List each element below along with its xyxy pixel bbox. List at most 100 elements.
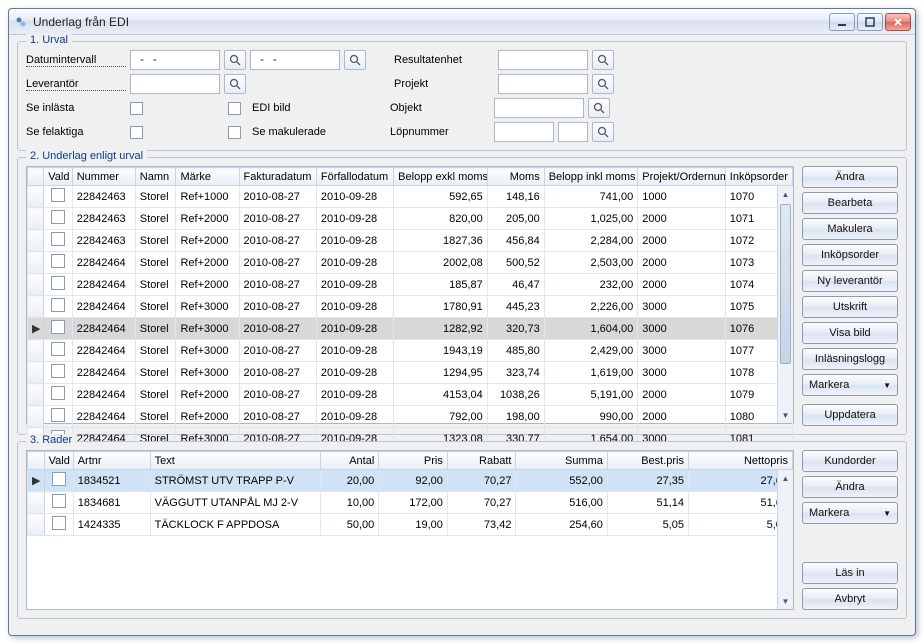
row-checkbox[interactable] <box>51 276 65 290</box>
row-checkbox[interactable] <box>51 298 65 312</box>
window-title: Underlag från EDI <box>33 15 829 29</box>
rader-grid[interactable]: ValdArtnrTextAntalPrisRabattSummaBest.pr… <box>26 450 794 610</box>
inlasningslogg-button[interactable]: Inläsningslogg <box>802 348 898 370</box>
lopnummer-input-2[interactable] <box>558 122 588 142</box>
bearbeta-button[interactable]: Bearbeta <box>802 192 898 214</box>
row-checkbox[interactable] <box>51 364 65 378</box>
rader-col-4[interactable]: Pris <box>379 452 448 470</box>
scroll-up-icon[interactable]: ▲ <box>778 186 793 202</box>
markera-rader-dropdown[interactable]: Markera▼ <box>802 502 898 524</box>
underlag-col-10[interactable]: Inköpsorder <box>725 168 792 186</box>
table-row[interactable]: 22842464StorelRef+20002010-08-272010-09-… <box>28 274 793 296</box>
row-checkbox[interactable] <box>51 188 65 202</box>
rader-col-8[interactable]: Nettopris <box>688 452 792 470</box>
minimize-button[interactable] <box>829 13 855 31</box>
row-checkbox[interactable] <box>51 320 65 334</box>
resultatenhet-input[interactable] <box>498 50 588 70</box>
table-row[interactable]: 1424335TÄCKLOCK F APPDOSA50,0019,0073,42… <box>28 514 793 536</box>
underlag-col-8[interactable]: Belopp inkl moms <box>544 168 638 186</box>
underlag-col-0[interactable]: Vald <box>44 168 72 186</box>
andra-rader-button[interactable]: Ändra <box>802 476 898 498</box>
table-row[interactable]: ▶1834521STRÖMST UTV TRAPP P-V20,0092,007… <box>28 470 793 492</box>
table-row[interactable]: 22842463StorelRef+20002010-08-272010-09-… <box>28 208 793 230</box>
table-row[interactable]: 22842464StorelRef+30002010-08-272010-09-… <box>28 362 793 384</box>
scroll-thumb[interactable] <box>780 204 791 364</box>
rader-col-2[interactable]: Text <box>150 452 320 470</box>
underlag-grid[interactable]: ValdNummerNamnMärkeFakturadatumFörfallod… <box>26 166 794 424</box>
scroll-down-icon[interactable]: ▼ <box>778 593 793 609</box>
projekt-lookup[interactable] <box>592 74 614 94</box>
las-in-button[interactable]: Läs in <box>802 562 898 584</box>
row-checkbox[interactable] <box>51 254 65 268</box>
table-row[interactable]: 1834681VÄGGUTT UTANPÅL MJ 2-V10,00172,00… <box>28 492 793 514</box>
projekt-input[interactable] <box>498 74 588 94</box>
underlag-col-4[interactable]: Fakturadatum <box>239 168 316 186</box>
table-row[interactable]: ▶22842464StorelRef+30002010-08-272010-09… <box>28 318 793 340</box>
checkbox-edi-bild[interactable] <box>228 102 241 115</box>
resultatenhet-lookup[interactable] <box>592 50 614 70</box>
scroll-up-icon[interactable]: ▲ <box>778 470 793 486</box>
andra-button[interactable]: Ändra <box>802 166 898 188</box>
lopnummer-lookup[interactable] <box>592 122 614 142</box>
underlag-col-3[interactable]: Märke <box>176 168 239 186</box>
table-row[interactable]: 22842464StorelRef+30002010-08-272010-09-… <box>28 340 793 362</box>
row-checkbox[interactable] <box>51 386 65 400</box>
label-resultatenhet: Resultatenhet <box>394 54 494 66</box>
row-checkbox[interactable] <box>51 408 65 422</box>
rader-col-0[interactable]: Vald <box>44 452 73 470</box>
table-row[interactable]: 22842463StorelRef+20002010-08-272010-09-… <box>28 230 793 252</box>
lopnummer-input-1[interactable] <box>494 122 554 142</box>
scroll-down-icon[interactable]: ▼ <box>778 407 793 423</box>
rader-col-6[interactable]: Summa <box>516 452 607 470</box>
rader-scrollbar[interactable]: ▲ ▼ <box>777 470 793 609</box>
visa-bild-button[interactable]: Visa bild <box>802 322 898 344</box>
leverantor-input[interactable] <box>130 74 220 94</box>
underlag-col-1[interactable]: Nummer <box>72 168 135 186</box>
row-checkbox[interactable] <box>51 210 65 224</box>
close-button[interactable] <box>885 13 911 31</box>
ny-leverantor-button[interactable]: Ny leverantör <box>802 270 898 292</box>
date-to-lookup[interactable] <box>344 50 366 70</box>
inkopsorder-button[interactable]: Inköpsorder <box>802 244 898 266</box>
underlag-col-9[interactable]: Projekt/Ordernum <box>638 168 725 186</box>
objekt-lookup[interactable] <box>588 98 610 118</box>
date-from-lookup[interactable] <box>224 50 246 70</box>
row-checkbox[interactable] <box>52 494 66 508</box>
markera-dropdown[interactable]: Markera▼ <box>802 374 898 396</box>
checkbox-se-makulerade[interactable] <box>228 126 241 139</box>
table-row[interactable]: 22842464StorelRef+20002010-08-272010-09-… <box>28 406 793 428</box>
underlag-col-5[interactable]: Förfallodatum <box>316 168 393 186</box>
makulera-button[interactable]: Makulera <box>802 218 898 240</box>
label-edi-bild: EDI bild <box>252 102 362 114</box>
utskrift-button[interactable]: Utskrift <box>802 296 898 318</box>
uppdatera-button[interactable]: Uppdatera <box>802 404 898 426</box>
underlag-col-2[interactable]: Namn <box>135 168 176 186</box>
underlag-col-7[interactable]: Moms <box>487 168 544 186</box>
rader-buttons: Kundorder Ändra Markera▼ Läs in Avbryt <box>802 450 898 610</box>
row-checkbox[interactable] <box>52 472 66 486</box>
maximize-button[interactable] <box>857 13 883 31</box>
rader-col-7[interactable]: Best.pris <box>607 452 688 470</box>
date-to-input[interactable] <box>250 50 340 70</box>
checkbox-se-felaktiga[interactable] <box>130 126 143 139</box>
kundorder-button[interactable]: Kundorder <box>802 450 898 472</box>
table-row[interactable]: 22842464StorelRef+20002010-08-272010-09-… <box>28 384 793 406</box>
row-checkbox[interactable] <box>52 516 66 530</box>
underlag-buttons: Ändra Bearbeta Makulera Inköpsorder Ny l… <box>802 166 898 426</box>
rader-col-1[interactable]: Artnr <box>73 452 150 470</box>
rader-col-3[interactable]: Antal <box>321 452 379 470</box>
row-checkbox[interactable] <box>51 232 65 246</box>
table-row[interactable]: 22842464StorelRef+30002010-08-272010-09-… <box>28 296 793 318</box>
group-urval-title: 1. Urval <box>26 34 72 46</box>
row-checkbox[interactable] <box>51 342 65 356</box>
leverantor-lookup[interactable] <box>224 74 246 94</box>
underlag-col-6[interactable]: Belopp exkl moms <box>394 168 488 186</box>
date-from-input[interactable] <box>130 50 220 70</box>
rader-col-5[interactable]: Rabatt <box>447 452 516 470</box>
underlag-scrollbar[interactable]: ▲ ▼ <box>777 186 793 423</box>
checkbox-se-inlasta[interactable] <box>130 102 143 115</box>
objekt-input[interactable] <box>494 98 584 118</box>
table-row[interactable]: 22842463StorelRef+10002010-08-272010-09-… <box>28 186 793 208</box>
avbryt-button[interactable]: Avbryt <box>802 588 898 610</box>
table-row[interactable]: 22842464StorelRef+20002010-08-272010-09-… <box>28 252 793 274</box>
